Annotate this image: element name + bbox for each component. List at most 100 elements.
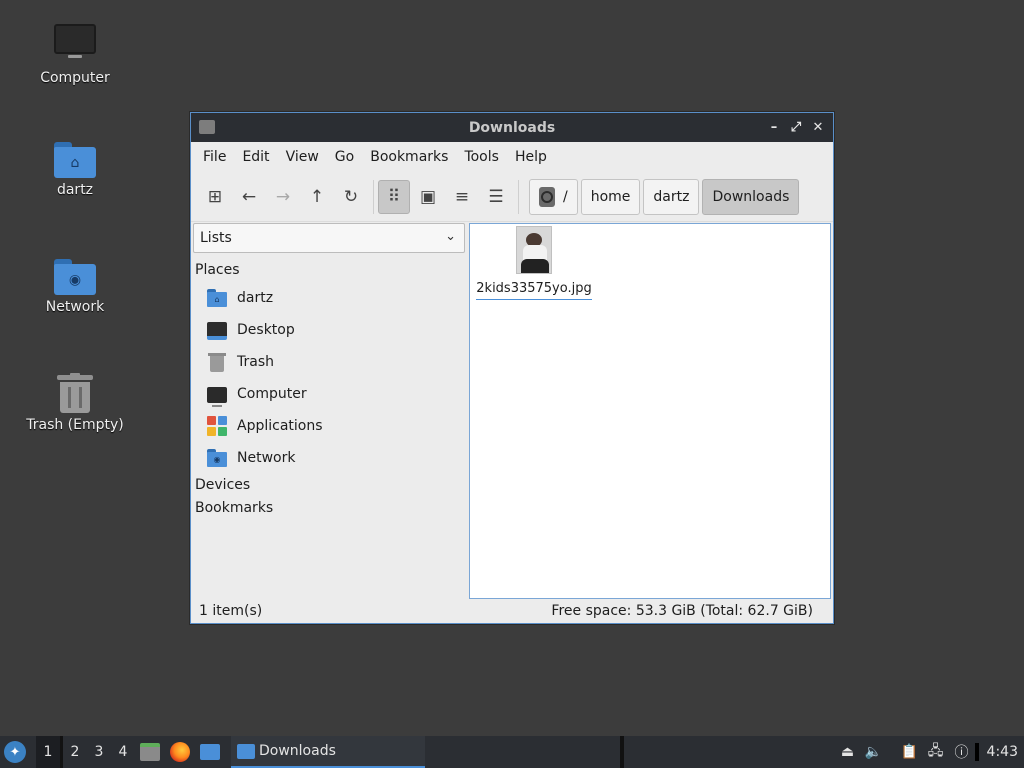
start-menu-icon[interactable]: ✦ — [4, 741, 26, 763]
free-space: Free space: 53.3 GiB (Total: 62.7 GiB) — [551, 603, 813, 619]
trash-icon — [207, 352, 227, 372]
bookmarks-header[interactable]: Bookmarks — [193, 497, 467, 520]
desktop-icon — [207, 322, 227, 340]
desktop-icon-network[interactable]: ◉ Network — [20, 259, 130, 315]
network-folder-icon: ◉ — [207, 448, 227, 468]
crumb-home[interactable]: home — [580, 178, 641, 215]
image-thumbnail-icon — [516, 226, 552, 274]
file-item[interactable]: 2kids33575yo.jpg — [476, 226, 592, 300]
drive-icon — [539, 186, 555, 207]
menu-edit[interactable]: Edit — [234, 149, 277, 165]
minimize-button[interactable]: – — [765, 118, 783, 136]
home-folder-icon: ⌂ — [207, 288, 227, 308]
maximize-button[interactable]: ⤢ — [787, 118, 805, 136]
status-bar: 1 item(s) Free space: 53.3 GiB (Total: 6… — [191, 599, 833, 623]
back-icon[interactable]: ← — [233, 180, 265, 214]
menu-tools[interactable]: Tools — [456, 149, 507, 165]
side-pane: Lists ⌄ Places ⌂ dartz Desktop Trash Com… — [193, 223, 467, 599]
crumb-dartz[interactable]: dartz — [643, 178, 700, 215]
home-folder-icon: ⌂ — [54, 142, 96, 178]
desktop-icon-computer[interactable]: Computer — [20, 24, 130, 86]
menu-help[interactable]: Help — [507, 149, 555, 165]
workspace-4[interactable]: 4 — [111, 736, 135, 768]
sidebar-item-label: Trash — [237, 354, 274, 370]
show-desktop-icon[interactable] — [198, 736, 222, 768]
sidebar-item-label: Computer — [237, 386, 307, 402]
clock[interactable]: 4:43 — [979, 744, 1024, 760]
forward-icon[interactable]: → — [267, 180, 299, 214]
file-name: 2kids33575yo.jpg — [476, 281, 592, 296]
detailed-list-icon[interactable]: ☰ — [480, 180, 512, 214]
sidebar-item-network[interactable]: ◉ Network — [193, 442, 467, 474]
icon-view-icon[interactable]: ⠿ — [378, 179, 410, 214]
breadcrumb: / home dartz Downloads — [529, 178, 800, 215]
content-area: Lists ⌄ Places ⌂ dartz Desktop Trash Com… — [191, 223, 833, 599]
network-wired-icon[interactable]: 🖧 — [923, 736, 949, 768]
sidebar-item-desktop[interactable]: Desktop — [193, 314, 467, 346]
menubar: File Edit View Go Bookmarks Tools Help — [191, 142, 833, 172]
thumbnail-view-icon[interactable]: ▣ — [412, 180, 444, 214]
taskbar-separator — [620, 736, 624, 768]
sidebar-item-label: Applications — [237, 418, 323, 434]
tray-spacer — [887, 736, 897, 768]
workspace-1[interactable]: 1 — [36, 736, 60, 768]
toolbar-separator — [373, 179, 374, 214]
workspace-2[interactable]: 2 — [63, 736, 87, 768]
firefox-icon[interactable] — [168, 736, 192, 768]
desktop-icon-label: Computer — [40, 70, 110, 86]
sidebar-item-label: Network — [237, 450, 296, 466]
menu-go[interactable]: Go — [327, 149, 362, 165]
sidebar-item-label: Desktop — [237, 322, 295, 338]
places-header[interactable]: Places — [193, 259, 467, 282]
file-manager-window: Downloads – ⤢ ✕ File Edit View Go Bookma… — [190, 112, 834, 624]
trash-icon — [57, 373, 93, 413]
computer-icon — [54, 24, 96, 58]
reload-icon[interactable]: ↻ — [335, 180, 367, 214]
sidebar-item-applications[interactable]: Applications — [193, 410, 467, 442]
devices-header[interactable]: Devices — [193, 474, 467, 497]
applications-icon — [207, 416, 227, 436]
toolbar: ⊞ ← → ↑ ↻ ⠿ ▣ ≡ ☰ / home dartz Downloads — [191, 172, 833, 222]
folder-icon — [199, 120, 215, 134]
task-downloads[interactable]: Downloads — [231, 736, 425, 768]
update-notifier-icon[interactable]: ⓘ — [949, 736, 975, 768]
volume-icon[interactable]: 🔈 — [861, 736, 887, 768]
chevron-down-icon: ⌄ — [445, 229, 456, 244]
taskbar: ✦ 1 2 3 4 Downloads ⏏ 🔈 📋 🖧 ⓘ 4:43 — [0, 736, 1024, 768]
file-manager-launcher-icon[interactable] — [138, 736, 162, 768]
desktop-icon-trash[interactable]: Trash (Empty) — [20, 373, 130, 433]
folder-icon — [237, 743, 255, 759]
compact-view-icon[interactable]: ≡ — [446, 180, 478, 214]
up-icon[interactable]: ↑ — [301, 180, 333, 214]
desktop-icon-dartz[interactable]: ⌂ dartz — [20, 142, 130, 198]
network-folder-icon: ◉ — [54, 259, 96, 295]
file-list-pane[interactable]: 2kids33575yo.jpg — [469, 223, 831, 599]
side-pane-mode-select[interactable]: Lists ⌄ — [193, 223, 465, 253]
sidebar-item-computer[interactable]: Computer — [193, 378, 467, 410]
window-title: Downloads — [468, 119, 556, 136]
close-button[interactable]: ✕ — [809, 118, 827, 136]
desktop-icon-label: Trash (Empty) — [26, 417, 124, 433]
item-count: 1 item(s) — [199, 603, 263, 619]
menu-bookmarks[interactable]: Bookmarks — [362, 149, 456, 165]
toolbar-separator — [518, 179, 519, 214]
menu-view[interactable]: View — [278, 149, 327, 165]
sidebar-item-label: dartz — [237, 290, 274, 306]
menu-file[interactable]: File — [195, 149, 234, 165]
new-tab-icon[interactable]: ⊞ — [199, 180, 231, 214]
computer-icon — [207, 387, 227, 407]
desktop-icon-label: dartz — [56, 182, 94, 198]
clipboard-icon[interactable]: 📋 — [897, 736, 923, 768]
crumb-downloads[interactable]: Downloads — [702, 178, 800, 215]
crumb-root-label: / — [563, 188, 568, 205]
task-label: Downloads — [259, 743, 336, 759]
window-titlebar[interactable]: Downloads – ⤢ ✕ — [191, 113, 833, 142]
desktop-icon-label: Network — [45, 299, 105, 315]
side-pane-mode-label: Lists — [200, 230, 232, 246]
sidebar-item-trash[interactable]: Trash — [193, 346, 467, 378]
sidebar-item-dartz[interactable]: ⌂ dartz — [193, 282, 467, 314]
system-tray: ⏏ 🔈 📋 🖧 ⓘ 4:43 — [835, 736, 1024, 768]
eject-icon[interactable]: ⏏ — [835, 736, 861, 768]
crumb-root[interactable]: / — [529, 178, 578, 215]
workspace-3[interactable]: 3 — [87, 736, 111, 768]
